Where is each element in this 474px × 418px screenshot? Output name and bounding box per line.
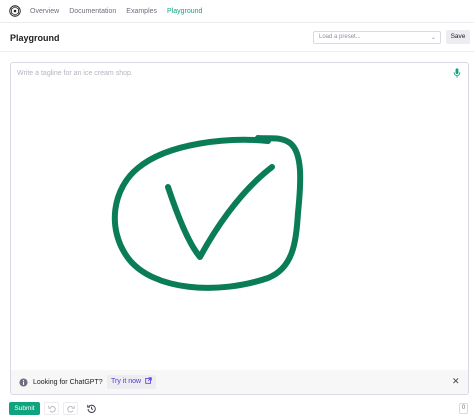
history-button[interactable] xyxy=(84,402,99,415)
checkmark-drawing xyxy=(111,135,304,291)
nav-link-overview[interactable]: Overview xyxy=(30,8,59,15)
redo-icon xyxy=(66,405,75,412)
preset-placeholder: Load a preset... xyxy=(319,34,361,40)
try-it-now-link[interactable]: Try it now xyxy=(107,375,157,389)
chatgpt-banner: Looking for ChatGPT? Try it now ✕ xyxy=(11,370,468,394)
history-icon xyxy=(87,404,96,413)
info-icon xyxy=(19,378,28,387)
nav-link-examples[interactable]: Examples xyxy=(126,8,157,15)
submit-button[interactable]: Submit xyxy=(9,402,40,415)
microphone-icon[interactable] xyxy=(453,68,461,78)
try-it-now-label: Try it now xyxy=(111,378,142,385)
token-count-badge: 0 xyxy=(459,403,468,414)
undo-icon xyxy=(47,405,56,412)
banner-text: Looking for ChatGPT? xyxy=(33,379,103,386)
prompt-editor[interactable]: Write a tagline for an ice cream shop. L… xyxy=(10,62,469,395)
chevron-down-icon: ⌄ xyxy=(430,35,436,41)
external-link-icon xyxy=(145,377,152,384)
nav-link-documentation[interactable]: Documentation xyxy=(69,8,116,15)
page-title: Playground xyxy=(10,33,60,43)
undo-button[interactable] xyxy=(44,402,59,415)
close-icon[interactable]: ✕ xyxy=(452,376,460,387)
preset-select[interactable]: Load a preset... ⌄ xyxy=(313,31,441,44)
prompt-placeholder: Write a tagline for an ice cream shop. xyxy=(17,70,133,77)
save-button[interactable]: Save xyxy=(446,30,470,44)
nav-link-playground[interactable]: Playground xyxy=(167,8,202,15)
top-nav: Overview Documentation Examples Playgrou… xyxy=(0,0,474,23)
openai-logo-icon[interactable] xyxy=(8,4,22,18)
redo-button[interactable] xyxy=(63,402,78,415)
bottom-toolbar: Submit 0 xyxy=(0,398,474,418)
